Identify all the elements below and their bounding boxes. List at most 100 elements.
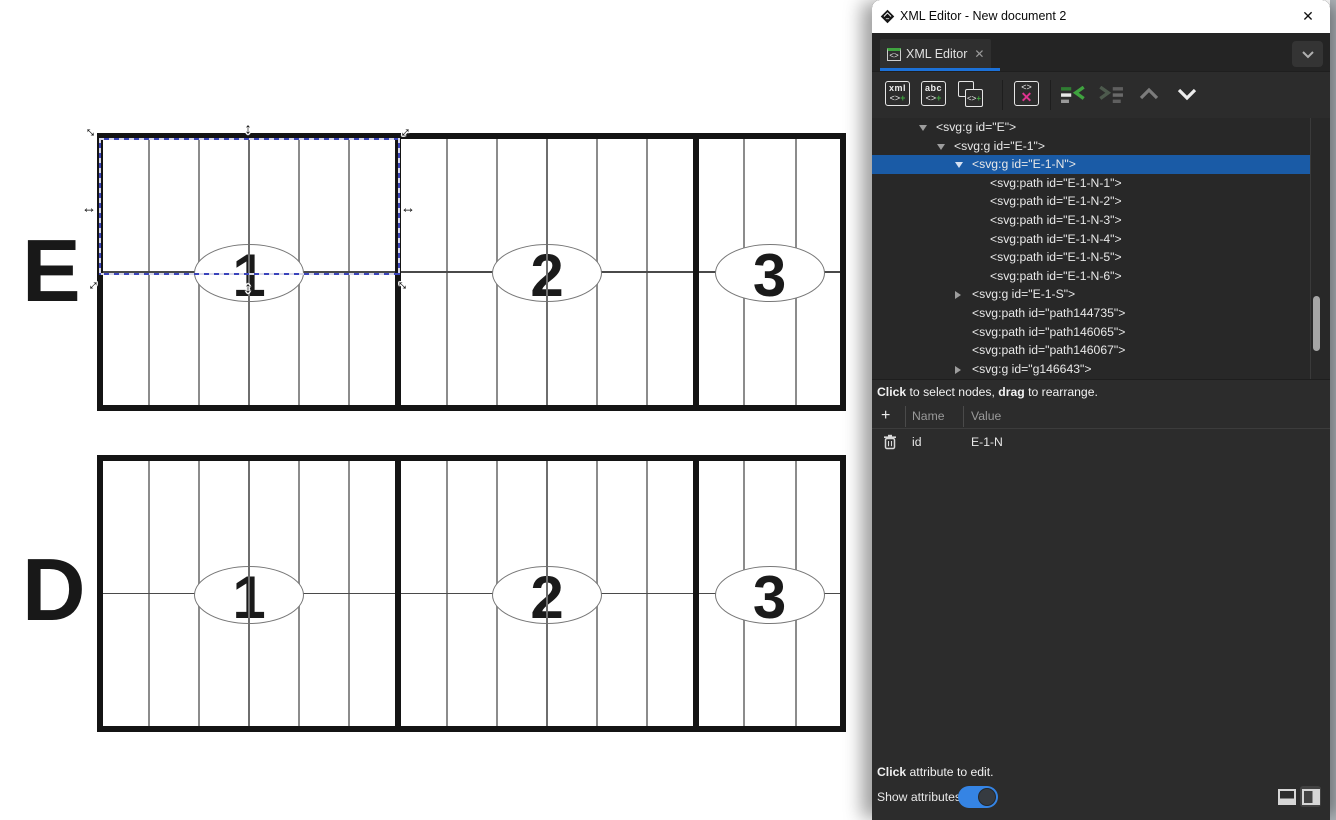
move-node-up-button[interactable] — [1136, 85, 1164, 113]
tab-overflow-button[interactable] — [1292, 41, 1323, 67]
expander-collapsed-icon[interactable] — [955, 366, 961, 374]
horizontal-split-icon — [1278, 789, 1296, 805]
tree-node-label: <svg:g id="g146643"> — [972, 360, 1091, 379]
row-letter-label[interactable]: D — [22, 545, 86, 635]
tree-node-label: <svg:g id="E-1"> — [954, 137, 1045, 156]
tree-node[interactable]: <svg:path id="path146067"> — [872, 341, 1310, 360]
attribute-value[interactable]: E-1-N — [971, 429, 1003, 455]
number-ellipse[interactable]: 3 — [715, 244, 825, 302]
tree-node[interactable]: <svg:g id="E-1-S"> — [872, 285, 1310, 304]
section-number-label: 3 — [753, 241, 786, 305]
duplicate-node-button[interactable]: <>+ — [957, 81, 985, 109]
number-ellipse[interactable]: 3 — [715, 566, 825, 624]
tree-node[interactable]: <svg:g id="E-1-N"> — [872, 155, 1310, 174]
canvas-section[interactable]: 2 — [395, 133, 699, 411]
tree-scrollbar-thumb[interactable] — [1313, 296, 1320, 351]
tree-node[interactable]: <svg:path id="E-1-N-2"> — [872, 192, 1310, 211]
scale-handle-bottom-middle-icon[interactable]: ↕ — [244, 281, 252, 296]
screen-edge-strip — [1330, 0, 1336, 820]
tree-node[interactable]: <svg:path id="E-1-N-6"> — [872, 267, 1310, 286]
xml-toolbar: xml <>+ abc <>+ <>+ <> ✕ — [872, 72, 1330, 118]
tree-node-label: <svg:g id="E-1-N"> — [972, 155, 1076, 174]
dialog-title: XML Editor - New document 2 — [900, 0, 1066, 33]
chevron-down-icon — [1174, 85, 1200, 103]
expander-collapsed-icon[interactable] — [955, 291, 961, 299]
layout-horizontal-button[interactable] — [1276, 786, 1297, 807]
attribute-table-header: + Name Value — [872, 404, 1330, 429]
active-tab-underline — [880, 68, 1000, 71]
expander-expanded-icon[interactable] — [955, 162, 963, 168]
grid-center-vline — [546, 139, 548, 405]
tree-node-label: <svg:path id="E-1-N-5"> — [990, 248, 1122, 267]
attribute-value-header: Value — [971, 404, 1001, 428]
unindent-node-icon — [1061, 86, 1086, 103]
grid-center-vline — [248, 461, 250, 726]
tree-node-label: <svg:path id="E-1-N-6"> — [990, 267, 1122, 286]
move-node-down-button[interactable] — [1174, 85, 1202, 113]
expander-expanded-icon[interactable] — [919, 125, 927, 131]
tab-bar: <> XML Editor ✕ — [872, 33, 1330, 72]
attribute-table-body: id E-1-N — [872, 429, 1330, 455]
attribute-name-header: Name — [912, 404, 945, 428]
tab-close-icon[interactable]: ✕ — [972, 47, 984, 61]
tree-node[interactable]: <svg:path id="E-1-N-5"> — [872, 248, 1310, 267]
canvas-section[interactable]: 1 — [97, 455, 401, 732]
dialog-close-button[interactable]: ✕ — [1294, 0, 1322, 33]
grid-center-vline — [546, 461, 548, 726]
tree-node-label: <svg:path id="path146067"> — [972, 341, 1125, 360]
section-number-label: 3 — [753, 563, 786, 627]
canvas-section[interactable]: 3 — [693, 455, 846, 732]
tree-node[interactable]: <svg:path id="E-1-N-3"> — [872, 211, 1310, 230]
indent-node-icon — [1098, 86, 1123, 103]
tree-node[interactable]: <svg:g id="E-1"> — [872, 137, 1310, 156]
tree-hint-text: Click to select nodes, drag to rearrange… — [872, 379, 1330, 404]
scale-handle-middle-right-icon[interactable]: ↔ — [401, 201, 416, 216]
attribute-hint-text: Click attribute to edit. — [877, 765, 994, 779]
scale-handle-middle-left-icon[interactable]: ↔ — [82, 201, 97, 216]
tree-node[interactable]: <svg:g id="E"> — [872, 118, 1310, 137]
xml-node-tree[interactable]: <svg:g id="E"><svg:g id="E-1"><svg:g id=… — [872, 118, 1330, 379]
delete-node-button[interactable]: <> ✕ — [1014, 81, 1042, 109]
dialog-titlebar[interactable]: XML Editor - New document 2 ✕ — [872, 0, 1330, 33]
scale-handle-top-middle-icon[interactable]: ↕ — [244, 122, 252, 137]
tree-node[interactable]: <svg:path id="E-1-N-4"> — [872, 230, 1310, 249]
toolbar-separator — [1050, 80, 1051, 110]
vertical-split-icon — [1302, 789, 1320, 805]
canvas-section[interactable]: 2 — [395, 455, 699, 732]
show-attributes-toggle[interactable] — [958, 786, 998, 808]
indent-node-button[interactable] — [1098, 86, 1126, 114]
add-attribute-button[interactable]: + — [881, 404, 890, 428]
tree-node[interactable]: <svg:g id="g146643"> — [872, 360, 1310, 379]
selection-edge-top — [99, 138, 400, 140]
toggle-knob — [978, 788, 996, 806]
unindent-node-button[interactable] — [1061, 86, 1089, 114]
tree-node-label: <svg:path id="path144735"> — [972, 304, 1125, 323]
tree-node[interactable]: <svg:path id="path146065"> — [872, 323, 1310, 342]
row-letter-label[interactable]: E — [22, 226, 81, 316]
layout-vertical-button[interactable] — [1300, 786, 1321, 807]
duplicate-node-icon: <>+ — [957, 81, 984, 108]
xml-editor-tab-icon: <> — [887, 48, 901, 61]
tree-node[interactable]: <svg:path id="E-1-N-1"> — [872, 174, 1310, 193]
tree-node-label: <svg:g id="E-1-S"> — [972, 285, 1075, 304]
new-text-node-button[interactable]: abc <>+ — [921, 81, 949, 109]
column-separator — [963, 406, 964, 427]
column-separator — [905, 406, 906, 427]
tree-node[interactable]: <svg:path id="path144735"> — [872, 304, 1310, 323]
tab-label: XML Editor — [906, 47, 967, 61]
expander-expanded-icon[interactable] — [937, 144, 945, 150]
tab-xml-editor[interactable]: <> XML Editor ✕ — [880, 39, 991, 69]
tree-node-label: <svg:path id="E-1-N-2"> — [990, 192, 1122, 211]
delete-node-icon: <> ✕ — [1014, 81, 1039, 106]
new-element-node-icon: xml <>+ — [885, 81, 910, 106]
tree-node-label: <svg:path id="E-1-N-1"> — [990, 174, 1122, 193]
tree-node-label: <svg:path id="E-1-N-3"> — [990, 211, 1122, 230]
xml-editor-dialog: XML Editor - New document 2 ✕ <> XML Edi… — [872, 0, 1330, 820]
new-element-node-button[interactable]: xml <>+ — [885, 81, 913, 109]
canvas-section[interactable]: 3 — [693, 133, 846, 411]
attribute-name[interactable]: id — [912, 429, 922, 455]
attribute-row[interactable]: id E-1-N — [872, 429, 1330, 455]
delete-attribute-icon[interactable] — [883, 434, 897, 455]
new-text-node-icon: abc <>+ — [921, 81, 946, 106]
selection-overlay: ↔ ↕ ↔ ↔ ↔ ↔ ↕ ↔ — [99, 138, 400, 275]
